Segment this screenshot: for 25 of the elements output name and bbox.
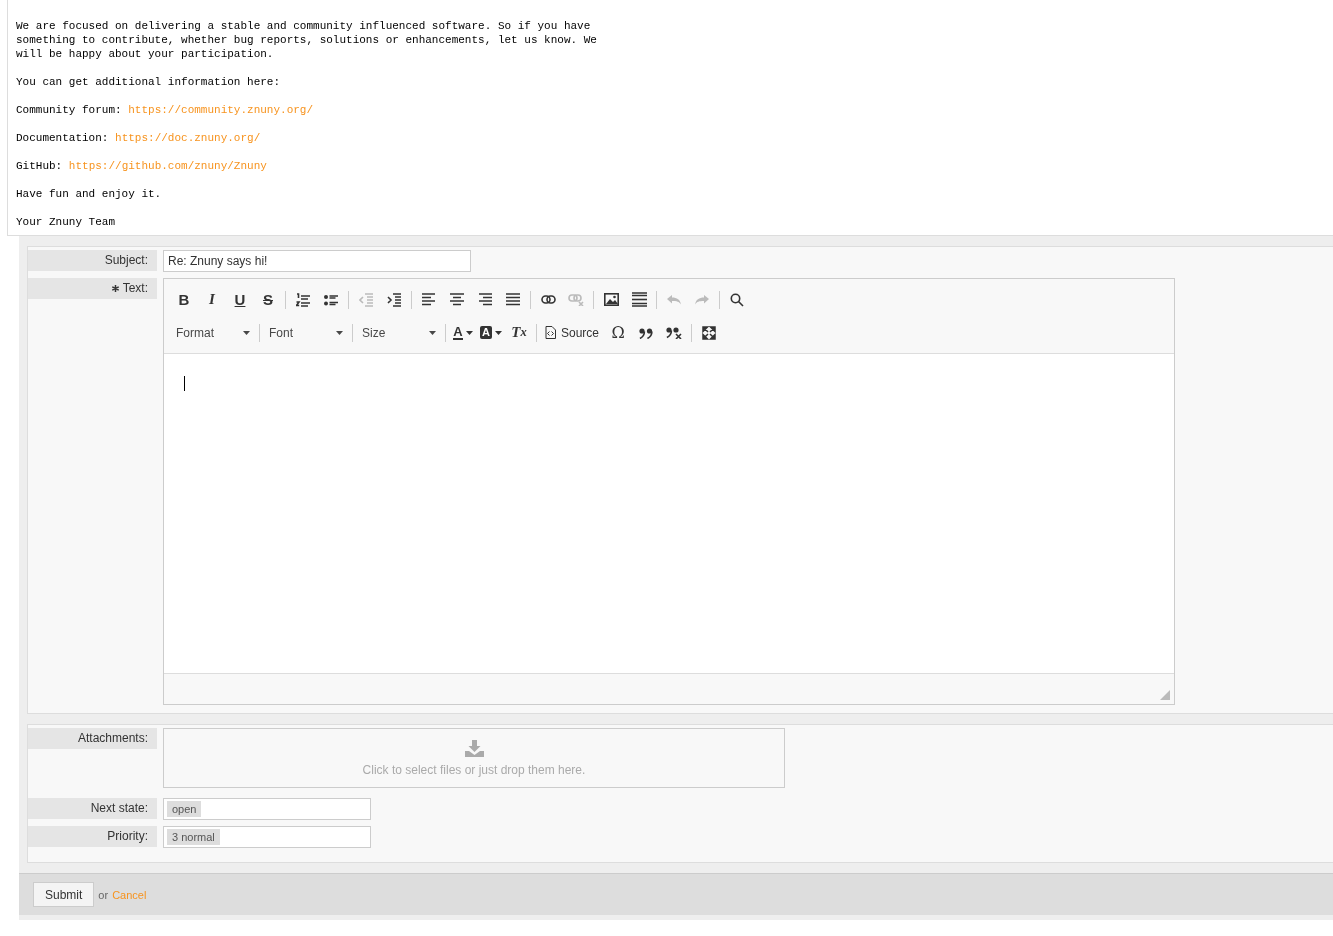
link-label: GitHub: bbox=[16, 160, 63, 172]
message-paragraph: We are focused on delivering a stable and community influenced software. So if you have something to contribute, whether bug reports, solutions or enhancements, let us know. We will be happy about your participation. bbox=[16, 19, 598, 61]
italic-button[interactable]: I bbox=[198, 287, 226, 312]
dropdown-button[interactable]: Format bbox=[170, 320, 256, 345]
message-paragraph: Your Znuny Team bbox=[16, 215, 117, 229]
dropdown-button[interactable]: Font bbox=[263, 320, 349, 345]
field-label: Attachments: bbox=[77, 730, 148, 747]
or-text: or bbox=[98, 888, 109, 901]
field-label: Subject: bbox=[104, 252, 148, 269]
field-label: Next state: bbox=[90, 800, 148, 817]
source-button[interactable]: Source bbox=[540, 320, 605, 345]
underline-button[interactable]: U bbox=[226, 287, 254, 312]
background-color-button[interactable]: A bbox=[477, 320, 505, 345]
dropdown-button[interactable]: Size bbox=[356, 320, 442, 345]
message-paragraph: Have fun and enjoy it. bbox=[16, 187, 163, 201]
drop-hint: Click to select files or just drop them here. bbox=[362, 762, 586, 777]
strike-button[interactable]: S bbox=[254, 287, 282, 312]
text-color-button[interactable]: A bbox=[449, 320, 477, 345]
bold-button[interactable]: B bbox=[170, 287, 198, 312]
link-label: Documentation: bbox=[16, 132, 109, 144]
field-label: Priority: bbox=[107, 828, 148, 845]
link-label: Community forum: bbox=[16, 104, 122, 116]
field-label: Text: bbox=[122, 280, 148, 297]
special-character-button[interactable]: Ω bbox=[604, 320, 633, 345]
message-paragraph: You can get additional information here: bbox=[16, 75, 282, 89]
